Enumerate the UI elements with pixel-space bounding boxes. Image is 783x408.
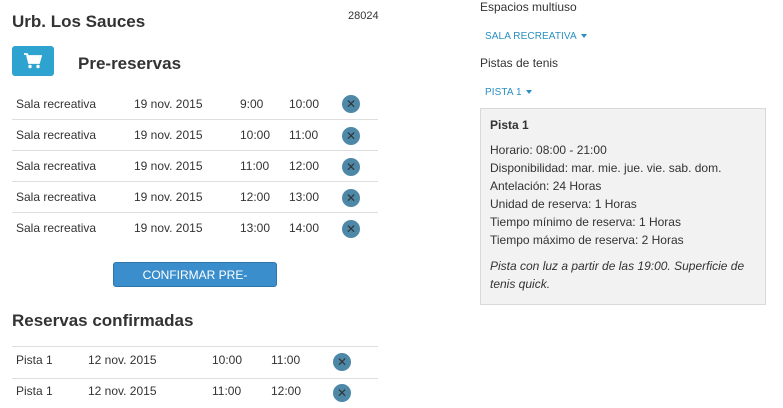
table-row: Sala recreativa 19 nov. 2015 12:00 13:00… [12,181,378,213]
remove-button[interactable]: ✕ [342,220,360,238]
row-start: 12:00 [240,190,271,204]
remove-button[interactable]: ✕ [333,353,351,371]
row-date: 12 nov. 2015 [88,353,157,367]
table-row: Sala recreativa 19 nov. 2015 11:00 12:00… [12,150,378,182]
row-start: 9:00 [240,97,264,111]
close-circle-icon: ✕ [345,129,357,143]
remove-button[interactable]: ✕ [333,384,351,402]
table-row: Sala recreativa 19 nov. 2015 9:00 10:00 … [12,88,378,120]
row-date: 19 nov. 2015 [134,221,203,235]
row-place: Sala recreativa [16,97,97,111]
close-circle-icon: ✕ [345,160,357,174]
remove-button[interactable]: ✕ [342,127,360,145]
row-end: 12:00 [271,384,302,398]
remove-button[interactable]: ✕ [342,95,360,113]
row-place: Sala recreativa [16,128,97,142]
court-info-note: Pista con luz a partir de las 19:00. Sup… [490,259,745,291]
row-date: 19 nov. 2015 [134,190,203,204]
row-start: 10:00 [240,128,271,142]
court-info-line: Disponibilidad: mar. mie. jue. vie. sab.… [490,161,722,175]
row-date: 19 nov. 2015 [134,97,203,111]
cart-button[interactable] [12,46,54,76]
row-end: 12:00 [289,159,320,173]
court-info-line: Unidad de reserva: 1 Horas [490,197,637,211]
page-title: Urb. Los Sauces [12,12,146,31]
court-info-line: Tiempo mínimo de reserva: 1 Horas [490,215,681,229]
row-place: Pista 1 [16,353,53,367]
row-place: Sala recreativa [16,159,97,173]
table-row: Sala recreativa 19 nov. 2015 13:00 14:00… [12,212,378,243]
postal-code: 28024 [348,10,379,22]
close-circle-icon: ✕ [336,355,348,369]
confirm-pre-reservas-button[interactable]: CONFIRMAR PRE-RESERVAS [113,262,277,307]
row-end: 14:00 [289,221,320,235]
caret-down-icon [525,90,532,95]
cart-icon [24,53,42,69]
tennis-dropdown-label: PISTA 1 [485,87,522,98]
row-end: 13:00 [289,190,320,204]
caret-down-icon [580,34,587,39]
tennis-dropdown[interactable]: PISTA 1 [485,87,532,98]
table-row: Pista 1 12 nov. 2015 10:00 11:00 ✕ [12,346,378,379]
row-end: 11:00 [271,353,301,367]
close-circle-icon: ✕ [336,386,348,400]
row-date: 19 nov. 2015 [134,159,203,173]
reservas-confirmadas-heading: Reservas confirmadas [12,311,194,330]
remove-button[interactable]: ✕ [342,189,360,207]
court-info-panel: Pista 1 Horario: 08:00 - 21:00 Disponibi… [480,108,766,305]
close-circle-icon: ✕ [345,222,357,236]
pre-reservas-heading: Pre-reservas [78,54,182,73]
close-circle-icon: ✕ [345,97,357,111]
row-start: 11:00 [212,384,242,398]
row-end: 11:00 [289,128,319,142]
table-row: Sala recreativa 19 nov. 2015 10:00 11:00… [12,119,378,151]
remove-button[interactable]: ✕ [342,158,360,176]
court-info-line: Antelación: 24 Horas [490,179,602,193]
row-date: 19 nov. 2015 [134,128,203,142]
row-place: Pista 1 [16,384,53,398]
court-info-title: Pista 1 [490,118,529,132]
multiuse-dropdown[interactable]: SALA RECREATIVA [485,31,587,42]
multiuse-label: Espacios multiuso [480,0,577,14]
tennis-label: Pistas de tenis [480,56,559,70]
row-date: 12 nov. 2015 [88,384,157,398]
row-place: Sala recreativa [16,190,97,204]
row-end: 10:00 [289,97,320,111]
table-row: Pista 1 12 nov. 2015 11:00 12:00 ✕ [12,377,378,408]
row-start: 10:00 [212,353,243,367]
multiuse-dropdown-label: SALA RECREATIVA [485,31,577,42]
court-info-line: Tiempo máximo de reserva: 2 Horas [490,233,684,247]
row-start: 13:00 [240,221,271,235]
court-info-line: Horario: 08:00 - 21:00 [490,143,607,157]
row-place: Sala recreativa [16,221,97,235]
close-circle-icon: ✕ [345,191,357,205]
row-start: 11:00 [240,159,270,173]
